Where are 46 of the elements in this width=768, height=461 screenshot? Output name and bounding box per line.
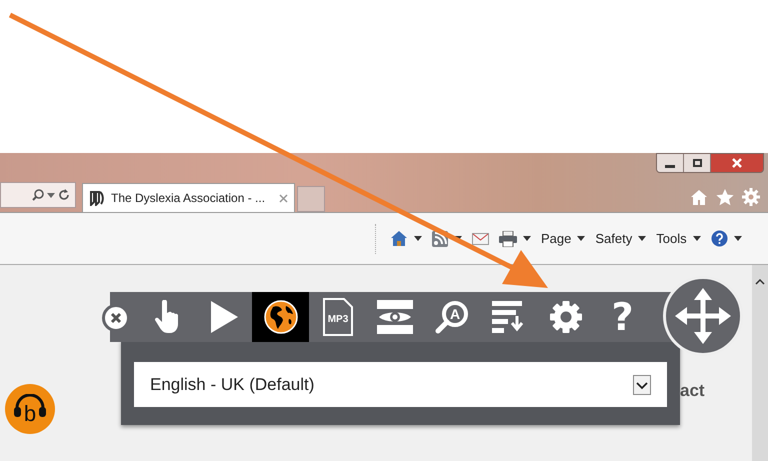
hand-pointer-icon	[154, 300, 180, 334]
printer-icon[interactable]	[499, 230, 517, 246]
settings-icon	[548, 300, 582, 334]
menu-button[interactable]: Safety	[595, 228, 632, 248]
help-icon[interactable]	[710, 230, 728, 247]
refresh-icon	[58, 189, 70, 201]
tab-title: The Dyslexia Association - ...	[111, 190, 266, 207]
logo-letter: b	[24, 403, 36, 425]
mp3-file-icon: MP3	[322, 298, 352, 336]
caret-icon[interactable]	[577, 236, 586, 241]
star-icon[interactable]	[716, 188, 734, 206]
page-text: act	[680, 380, 705, 402]
caret-icon[interactable]	[47, 192, 55, 198]
help-button[interactable]: ?	[594, 292, 651, 342]
globe-icon	[262, 299, 298, 335]
sort-list-icon	[492, 300, 526, 334]
site-logo-icon	[89, 190, 105, 206]
logo-badge[interactable]: b	[5, 384, 55, 434]
minimize-button[interactable]	[657, 154, 684, 172]
eye-mask-icon	[376, 300, 412, 334]
home-icon[interactable]	[390, 230, 408, 247]
close-icon	[732, 158, 742, 168]
globe-button[interactable]	[252, 292, 309, 342]
caret-icon[interactable]	[692, 236, 701, 241]
mp3-button[interactable]: MP3	[309, 292, 366, 342]
mail-icon[interactable]	[472, 232, 489, 244]
caret-icon[interactable]	[523, 236, 531, 241]
menu-button[interactable]: Tools	[656, 228, 687, 248]
menu-button[interactable]: Page	[541, 228, 572, 248]
magnify-button[interactable]: A	[423, 292, 480, 342]
maximize-button[interactable]	[684, 154, 711, 172]
address-field[interactable]	[0, 182, 76, 208]
dropdown-icon	[633, 374, 651, 394]
play-icon	[208, 300, 238, 334]
close-icon[interactable]	[279, 194, 288, 202]
language-select[interactable]: English - UK (Default)	[134, 362, 667, 407]
close-icon	[110, 312, 122, 324]
scrollbar[interactable]	[752, 265, 768, 461]
move-arrows-icon	[673, 286, 733, 346]
browser-tab[interactable]: The Dyslexia Association - ...	[82, 183, 295, 212]
caret-icon[interactable]	[638, 236, 646, 241]
caret-icon[interactable]	[734, 236, 742, 241]
search-icon	[32, 189, 44, 201]
scroll-up-icon	[755, 279, 765, 285]
caret-icon[interactable]	[414, 236, 422, 241]
close-window-button[interactable]	[711, 154, 763, 172]
